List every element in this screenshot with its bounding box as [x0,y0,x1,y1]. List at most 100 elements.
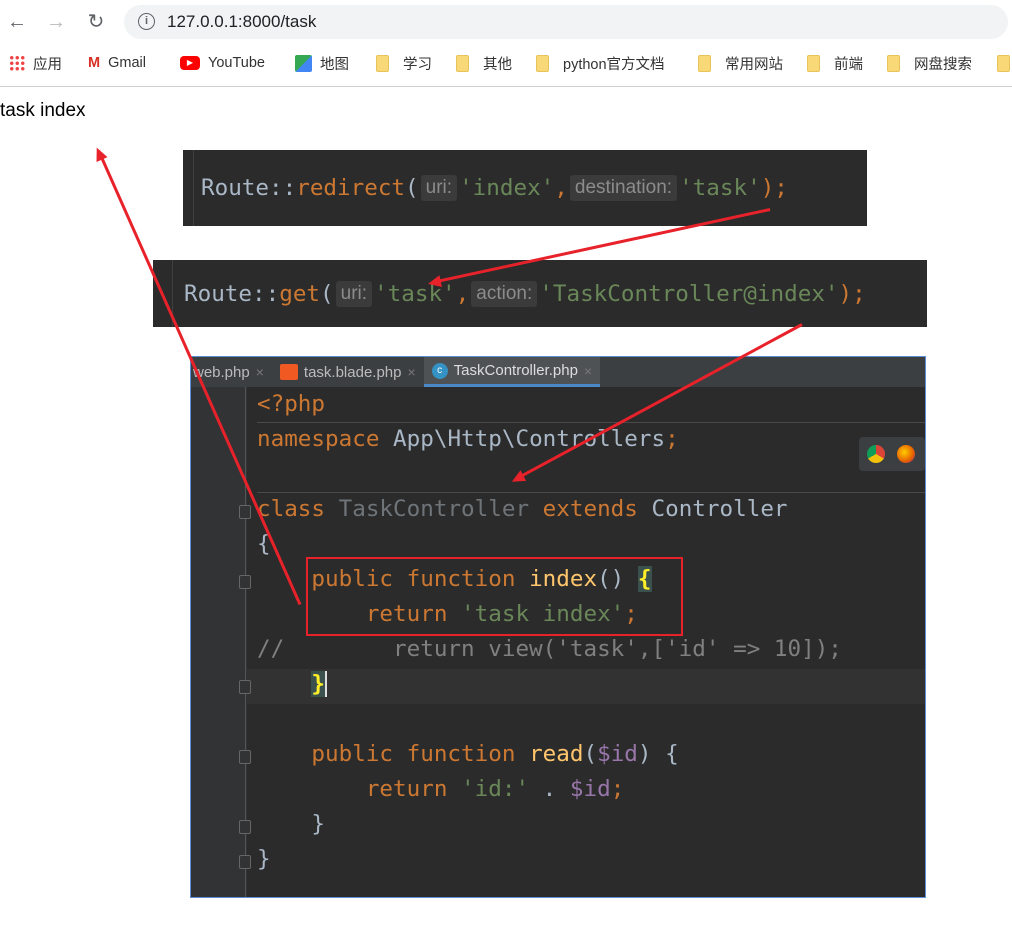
screen: ← → ↻ i 127.0.0.1:8000/task 应用 M Gmail ▶… [0,0,1012,930]
code-token: ; [610,776,625,802]
bookmark-label: 前端 [834,56,863,73]
bookmark-label: Gmail [108,55,146,71]
code-token: ( [405,175,419,201]
folder-icon [536,54,549,72]
bookmark-label: 常用网站 [725,56,783,73]
code-token: , [554,175,568,201]
code-token: class [257,496,326,522]
bookmark-folder[interactable]: 前端 [807,53,863,73]
code-token: ); [760,175,788,201]
blade-file-icon [279,364,298,380]
code-token: TaskController [325,496,543,522]
folder-icon [376,54,389,72]
code-token: $id [597,741,638,767]
close-icon[interactable]: × [584,363,592,379]
bookmark-label: 其他 [483,56,512,73]
code-token: . [529,776,570,802]
code-token: get [279,280,321,307]
code-token: ( [320,280,334,307]
code-token: } [311,671,328,697]
tab-label: TaskController.php [453,362,578,379]
param-hint: destination: [569,175,678,201]
tab-taskcontroller-php[interactable]: c TaskController.php × [423,357,601,387]
bookmark-label: 地图 [320,56,349,73]
param-hint: action: [471,280,538,307]
tab-label: task.blade.php [303,363,402,381]
youtube-icon: ▶ [180,56,200,70]
back-button[interactable]: ← [5,10,29,34]
highlight-box [306,557,683,636]
fold-icon[interactable] [239,505,251,519]
close-icon[interactable]: × [407,364,415,380]
folder-icon [698,54,711,72]
bookmark-folder[interactable]: 网盘搜索 [887,53,972,73]
close-icon[interactable]: × [256,364,264,380]
bookmark-label: 网盘搜索 [914,56,972,73]
apps-grid-icon [9,55,25,71]
code-line: } [257,846,271,872]
code-line: public function read($id) { [257,737,917,772]
code-line: } [257,811,326,837]
url-text[interactable]: 127.0.0.1:8000/task [167,12,316,32]
forward-button[interactable]: → [44,10,68,34]
maps-icon [295,54,312,72]
bookmark-label: 学习 [403,56,432,73]
code-token: read [529,741,584,767]
code-token: App\Http\Controllers [379,426,666,452]
bookmark-apps[interactable]: 应用 [9,53,62,73]
bookmark-folder[interactable]: 其他 [456,53,512,73]
folder-icon [997,54,1010,72]
route-redirect-snippet: Route:: redirect(uri:'index', destination:… [183,150,867,226]
code-token: Controller [637,496,788,522]
code-line: } [257,667,917,702]
route-get-snippet: Route:: get(uri:'task', action: 'TaskContro… [153,260,927,327]
bookmark-gmail[interactable]: M Gmail [88,53,146,73]
code-token: $id [569,776,611,802]
firefox-icon[interactable] [897,445,915,463]
tab-task-blade-php[interactable]: task.blade.php × [272,357,424,387]
info-icon[interactable]: i [138,13,155,30]
fold-icon[interactable] [239,575,251,589]
editor-tabs: web.php × task.blade.php × c TaskController… [191,357,925,387]
code-token: 'TaskController@index' [539,280,839,307]
reload-button[interactable]: ↻ [84,10,108,34]
code-token: Route:: [184,280,280,307]
code-token: 'index' [459,175,555,201]
folder-icon [807,54,820,72]
code-line: class TaskController extends Controller [257,492,917,527]
code-line: // return view('task',['id' => 10]); [257,636,842,662]
code-token: extends [542,496,638,522]
gmail-icon: M [88,55,101,71]
bookmark-folder[interactable] [997,53,1010,73]
bookmark-maps[interactable]: 地图 [295,53,349,73]
bookmark-folder[interactable]: 常用网站 [698,53,783,73]
code-line: return 'id:' . $id; [257,772,917,807]
code-token: 'task' [374,280,456,307]
bookmark-youtube[interactable]: ▶ YouTube [180,53,265,73]
code-token: ( [583,741,598,767]
page-output-text: task index [0,100,86,121]
code-token: ; [665,426,679,452]
code-token: ) { [637,741,679,767]
bookmark-label: 应用 [33,56,62,73]
code-token: Route:: [201,175,297,201]
code-token: public function [257,741,530,767]
bookmark-label: python官方文档 [563,56,665,73]
php-class-icon: c [431,362,448,379]
toolbar-divider [0,86,1012,87]
fold-icon[interactable] [239,750,251,764]
bookmark-folder[interactable]: python官方文档 [536,53,665,73]
param-hint: uri: [335,280,373,307]
fold-icon[interactable] [239,855,251,869]
bookmark-folder[interactable]: 学习 [376,53,432,73]
code-token: redirect [296,175,406,201]
chrome-icon[interactable] [867,445,885,463]
fold-icon[interactable] [239,820,251,834]
param-hint: uri: [420,175,458,201]
fold-icon[interactable] [239,680,251,694]
code-token: , [455,280,470,307]
code-line: <?php [257,391,326,417]
